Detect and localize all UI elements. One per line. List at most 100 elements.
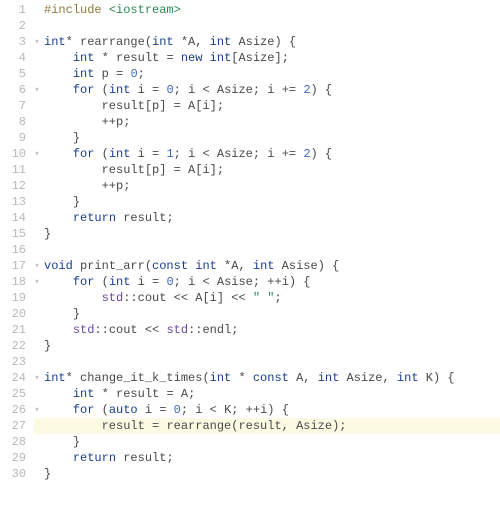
code-line[interactable]: return result; xyxy=(34,450,500,466)
code-token: << xyxy=(166,291,195,305)
code-token: int xyxy=(73,387,95,401)
fold-toggle-icon[interactable]: ▾ xyxy=(32,82,42,98)
code-token: i xyxy=(130,147,144,161)
code-token: ; xyxy=(138,67,145,81)
code-token: ( xyxy=(145,259,152,273)
code-line[interactable]: } xyxy=(34,434,500,450)
code-token: for xyxy=(73,275,95,289)
code-line[interactable]: ▾ for (int i = 1; i < Asize; i += 2) { xyxy=(34,146,500,162)
code-token: = xyxy=(145,83,167,97)
line-number: 25 xyxy=(4,386,26,402)
code-line[interactable]: ▾int* rearrange(int *A, int Asize) { xyxy=(34,34,500,50)
code-token: ) { xyxy=(267,403,289,417)
fold-toggle-icon[interactable]: ▾ xyxy=(32,402,42,418)
code-line[interactable]: ▾void print_arr(const int *A, int Asise)… xyxy=(34,258,500,274)
code-token: ; xyxy=(174,147,188,161)
code-token: for xyxy=(73,147,95,161)
code-token: int xyxy=(44,371,66,385)
code-line[interactable]: result[p] = A[i]; xyxy=(34,98,500,114)
code-line[interactable]: int * result = A; xyxy=(34,386,500,402)
fold-toggle-icon[interactable]: ▾ xyxy=(32,34,42,50)
code-line[interactable]: result = rearrange(result, Asize); xyxy=(34,418,500,434)
code-token: const xyxy=(152,259,188,273)
code-token: 0 xyxy=(130,67,137,81)
code-token: = xyxy=(145,419,167,433)
code-line[interactable]: ▾ for (auto i = 0; i < K; ++i) { xyxy=(34,402,500,418)
code-line[interactable]: } xyxy=(34,466,500,482)
line-number: 16 xyxy=(4,242,26,258)
code-token xyxy=(44,131,73,145)
code-token: ; xyxy=(181,403,195,417)
code-token: = xyxy=(145,275,167,289)
code-token: i xyxy=(130,83,144,97)
code-content[interactable]: #include <iostream>▾int* rearrange(int *… xyxy=(34,0,500,484)
code-token: Asize xyxy=(217,147,253,161)
code-token: ; xyxy=(123,115,130,129)
line-number: 14 xyxy=(4,210,26,226)
code-line[interactable]: std::cout << std::endl; xyxy=(34,322,500,338)
code-line[interactable]: } xyxy=(34,194,500,210)
line-number: 3 xyxy=(4,34,26,50)
code-token: ]; xyxy=(275,51,289,65)
code-line[interactable]: std::cout << A[i] << " "; xyxy=(34,290,500,306)
fold-toggle-icon[interactable]: ▾ xyxy=(32,258,42,274)
code-token: ++ xyxy=(44,179,116,193)
code-token: ) { xyxy=(311,83,333,97)
code-line[interactable]: ▾int* change_it_k_times(int * const A, i… xyxy=(34,370,500,386)
fold-toggle-icon[interactable]: ▾ xyxy=(32,146,42,162)
code-line[interactable] xyxy=(34,242,500,258)
code-token: ; xyxy=(174,275,188,289)
code-token: * xyxy=(66,371,80,385)
line-number-gutter: 1234567891011121314151617181920212223242… xyxy=(0,0,34,484)
code-token: [ xyxy=(145,99,152,113)
code-line[interactable]: return result; xyxy=(34,210,500,226)
code-token: int xyxy=(109,147,131,161)
code-token xyxy=(44,147,73,161)
code-token: 0 xyxy=(166,83,173,97)
code-token: :: xyxy=(94,323,108,337)
line-number: 4 xyxy=(4,50,26,66)
code-token: std xyxy=(73,323,95,337)
code-line[interactable]: } xyxy=(34,338,500,354)
code-line[interactable]: int * result = new int[Asize]; xyxy=(34,50,500,66)
code-token: p xyxy=(94,67,108,81)
code-token xyxy=(44,99,102,113)
code-line[interactable]: int p = 0; xyxy=(34,66,500,82)
code-line[interactable]: } xyxy=(34,306,500,322)
code-line[interactable]: ++p; xyxy=(34,178,500,194)
code-token: ] << xyxy=(217,291,253,305)
code-token: Asise xyxy=(274,259,317,273)
code-token: = xyxy=(159,51,181,65)
code-line[interactable]: result[p] = A[i]; xyxy=(34,162,500,178)
code-line[interactable] xyxy=(34,354,500,370)
code-token: int xyxy=(318,371,340,385)
code-editor[interactable]: 1234567891011121314151617181920212223242… xyxy=(0,0,500,484)
line-number: 28 xyxy=(4,434,26,450)
code-line[interactable]: ▾ for (int i = 0; i < Asise; ++i) { xyxy=(34,274,500,290)
code-line[interactable] xyxy=(34,18,500,34)
line-number: 20 xyxy=(4,306,26,322)
code-token: <iostream> xyxy=(109,3,181,17)
code-token: [ xyxy=(145,163,152,177)
code-line[interactable]: ▾ for (int i = 0; i < Asize; i += 2) { xyxy=(34,82,500,98)
code-line[interactable]: } xyxy=(34,226,500,242)
code-token: += xyxy=(275,147,304,161)
code-token: ; xyxy=(166,451,173,465)
code-token: int xyxy=(109,275,131,289)
code-line[interactable]: #include <iostream> xyxy=(34,2,500,18)
code-token: int xyxy=(210,35,232,49)
code-token: = xyxy=(145,147,167,161)
code-token: * xyxy=(174,35,188,49)
line-number: 5 xyxy=(4,66,26,82)
code-line[interactable]: } xyxy=(34,130,500,146)
code-line[interactable]: ++p; xyxy=(34,114,500,130)
code-token: ; xyxy=(166,211,173,225)
fold-toggle-icon[interactable]: ▾ xyxy=(32,370,42,386)
code-token: , xyxy=(195,35,209,49)
code-token: for xyxy=(73,403,95,417)
line-number: 2 xyxy=(4,18,26,34)
code-token: ; xyxy=(274,291,281,305)
fold-toggle-icon[interactable]: ▾ xyxy=(32,274,42,290)
code-token xyxy=(44,435,73,449)
code-token xyxy=(44,451,73,465)
